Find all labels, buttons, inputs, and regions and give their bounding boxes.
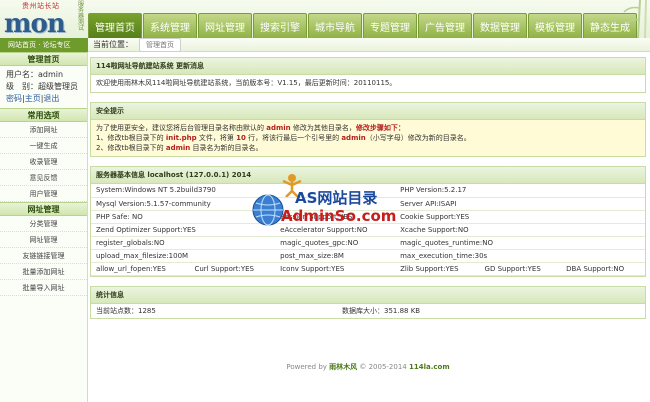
password-link[interactable]: 密码 [6, 94, 22, 103]
globe-icon [252, 194, 284, 226]
admin-dir-name-3: admin [165, 144, 191, 152]
server-info-cell: magic_quotes_runtime:NO [395, 236, 645, 250]
welcome-title: 114啦网址导航建站系统 更新消息 [91, 58, 645, 75]
sidebar: 管理首页 用户名：admin 级 别：超级管理员 密码|主页|退出 常用选项 添… [0, 52, 88, 402]
footer-powered-by: Powered by [286, 363, 330, 371]
site-links-text[interactable]: 网站首页 · 论坛专区 [8, 40, 71, 50]
nav-tab-sites[interactable]: 网址管理 [198, 13, 252, 38]
server-info-cell: Server API:ISAPI [395, 197, 645, 211]
stats-panel: 统计信息 当前站点数：1285 数据库大小：351.88 KB [90, 285, 646, 319]
server-info-cell: upload_max_filesize:100M [91, 249, 276, 263]
table-row: register_globals:NO magic_quotes_gpc:NO … [91, 236, 645, 250]
user-level: 级 别：超级管理员 [6, 82, 78, 91]
server-info-cell: PHP Safe: NO [91, 210, 276, 224]
bamboo-decoration-icon [623, 0, 647, 38]
sidebar-item-submissions[interactable]: 收录管理 [0, 154, 87, 170]
server-info-cell: PHP Version:5.2.17 [395, 184, 645, 198]
stats-title: 统计信息 [91, 286, 645, 304]
nav-tab-city[interactable]: 城市导航 [308, 13, 362, 38]
server-info-cell: post_max_size:8M [275, 249, 396, 263]
security-panel: 安全提示 为了使用更安全，建议您将后台管理目录名称由默认的 admin 修改为其… [90, 102, 646, 157]
sidebar-item-batch-import[interactable]: 批量导入网址 [0, 280, 87, 296]
user-info: 用户名：admin 级 别：超级管理员 密码|主页|退出 [0, 66, 87, 108]
site-logo[interactable]: 贵州站长站 mon 服务器测试 [0, 0, 88, 40]
server-info-cell: Mysql Version:5.1.57-community [91, 197, 276, 211]
sidebar-item-categories[interactable]: 分类管理 [0, 216, 87, 232]
security-line-2: 1、修改tb根目录下的 init.php 文件，将第 10 行，将该行最后一个引… [96, 134, 471, 142]
sidebar-item-friend-links[interactable]: 友链链接管理 [0, 248, 87, 264]
sidebar-section-sites[interactable]: 网址管理 [0, 202, 87, 216]
nav-tab-templates[interactable]: 模板管理 [528, 13, 582, 38]
sidebar-head-home[interactable]: 管理首页 [0, 52, 87, 66]
init-file-name: init.php [165, 134, 197, 142]
security-line-3: 2、修改tb根目录下的 admin 目录名为新的目录名。 [96, 144, 263, 152]
server-info-cell: magic_quotes_gpc:NO [275, 236, 396, 250]
admin-dir-name: admin [266, 124, 291, 132]
header: 贵州站长站 mon 服务器测试 管理首页 系统管理 网址管理 搜索引擎 城市导航… [0, 0, 650, 40]
server-info-cell: DBA Support:NO [561, 262, 645, 276]
user-name: 用户名：admin [6, 70, 64, 79]
welcome-text: 欢迎使用雨林木风114啦网址导航建站系统，当前版本号：V1.15，最后更新时间：… [96, 79, 397, 87]
nav-tab-system[interactable]: 系统管理 [143, 13, 197, 38]
sidebar-item-site-manage[interactable]: 网址管理 [0, 232, 87, 248]
sidebar-item-add-site[interactable]: 添加网址 [0, 122, 87, 138]
breadcrumb-label: 当前位置： [93, 40, 133, 49]
logo-text: mon [4, 9, 66, 39]
server-info-cell: Zlib Support:YES [395, 262, 480, 276]
sidebar-section-common[interactable]: 常用选项 [0, 108, 87, 122]
sidebar-item-batch-add[interactable]: 批量添加网址 [0, 264, 87, 280]
nav-tab-search-engine[interactable]: 搜索引擎 [253, 13, 307, 38]
nav-tab-topics[interactable]: 专题管理 [363, 13, 417, 38]
server-info-cell: Cookie Support:YES [395, 210, 645, 224]
logout-link[interactable]: 退出 [43, 94, 59, 103]
watermark-url: AdminSo.com [281, 207, 397, 225]
logo-vertical-text: 服务器测试 [78, 1, 85, 32]
user-links: 密码|主页|退出 [6, 94, 60, 103]
server-info-cell: Xcache Support:NO [395, 223, 645, 237]
top-nav: 管理首页 系统管理 网址管理 搜索引擎 城市导航 专题管理 广告管理 数据管理 … [88, 13, 638, 38]
watermark-title: AS网站目录 [295, 189, 378, 207]
footer-site-link[interactable]: 114la.com [409, 363, 450, 371]
table-row: allow_url_fopen:YES Curl Support:YES Ico… [91, 262, 645, 276]
security-body: 为了使用更安全，建议您将后台管理目录名称由默认的 admin 修改为其他目录名，… [91, 120, 645, 156]
server-info-cell: register_globals:NO [91, 236, 276, 250]
table-row: upload_max_filesize:100M post_max_size:8… [91, 249, 645, 263]
server-info-cell: GD Support:YES [479, 262, 562, 276]
server-info-cell: Iconv Support:YES [275, 262, 396, 276]
breadcrumb: 当前位置： 管理首页 [88, 37, 650, 52]
server-info-cell: allow_url_fopen:YES [91, 262, 190, 276]
nav-tab-data[interactable]: 数据管理 [473, 13, 527, 38]
homepage-link[interactable]: 主页 [25, 94, 41, 103]
stats-table: 当前站点数：1285 数据库大小：351.88 KB [91, 304, 645, 318]
admin-dir-name-2: admin [341, 134, 366, 142]
server-info-cell: Zend Optimizer Support:YES [91, 223, 276, 237]
server-info-cell: max_execution_time:30s [395, 249, 645, 263]
nav-tab-ads[interactable]: 广告管理 [418, 13, 472, 38]
footer-author[interactable]: 雨林木风 [329, 363, 357, 371]
footer: Powered by 雨林木风 © 2005-2014 114la.com [90, 362, 646, 372]
security-line-1: 为了使用更安全，建议您将后台管理目录名称由默认的 admin 修改为其他目录名，… [96, 124, 405, 132]
welcome-panel: 114啦网址导航建站系统 更新消息 欢迎使用雨林木风114啦网址导航建站系统，当… [90, 57, 646, 93]
footer-copyright: © 2005-2014 [357, 363, 409, 371]
security-title: 安全提示 [91, 103, 645, 120]
db-size: 数据库大小：351.88 KB [342, 306, 421, 315]
breadcrumb-current[interactable]: 管理首页 [139, 37, 181, 52]
server-info-cell: System:Windows NT 5.2build3790 [91, 184, 276, 198]
watermark-logo: AS网站目录 AdminSo.com [251, 173, 411, 235]
row-number: 10 [236, 134, 246, 142]
server-info-cell: Curl Support:YES [189, 262, 276, 276]
sidebar-item-feedback[interactable]: 意见反馈 [0, 170, 87, 186]
steps-heading: 修改步骤如下： [355, 124, 405, 132]
site-links-bar[interactable]: 网站首页 · 论坛专区 [0, 38, 88, 52]
site-count: 当前站点数：1285 [96, 306, 156, 315]
sidebar-item-one-click-generate[interactable]: 一键生成 [0, 138, 87, 154]
nav-tab-home[interactable]: 管理首页 [88, 13, 142, 38]
table-row: 当前站点数：1285 数据库大小：351.88 KB [91, 304, 645, 318]
sidebar-item-users[interactable]: 用户管理 [0, 186, 87, 202]
